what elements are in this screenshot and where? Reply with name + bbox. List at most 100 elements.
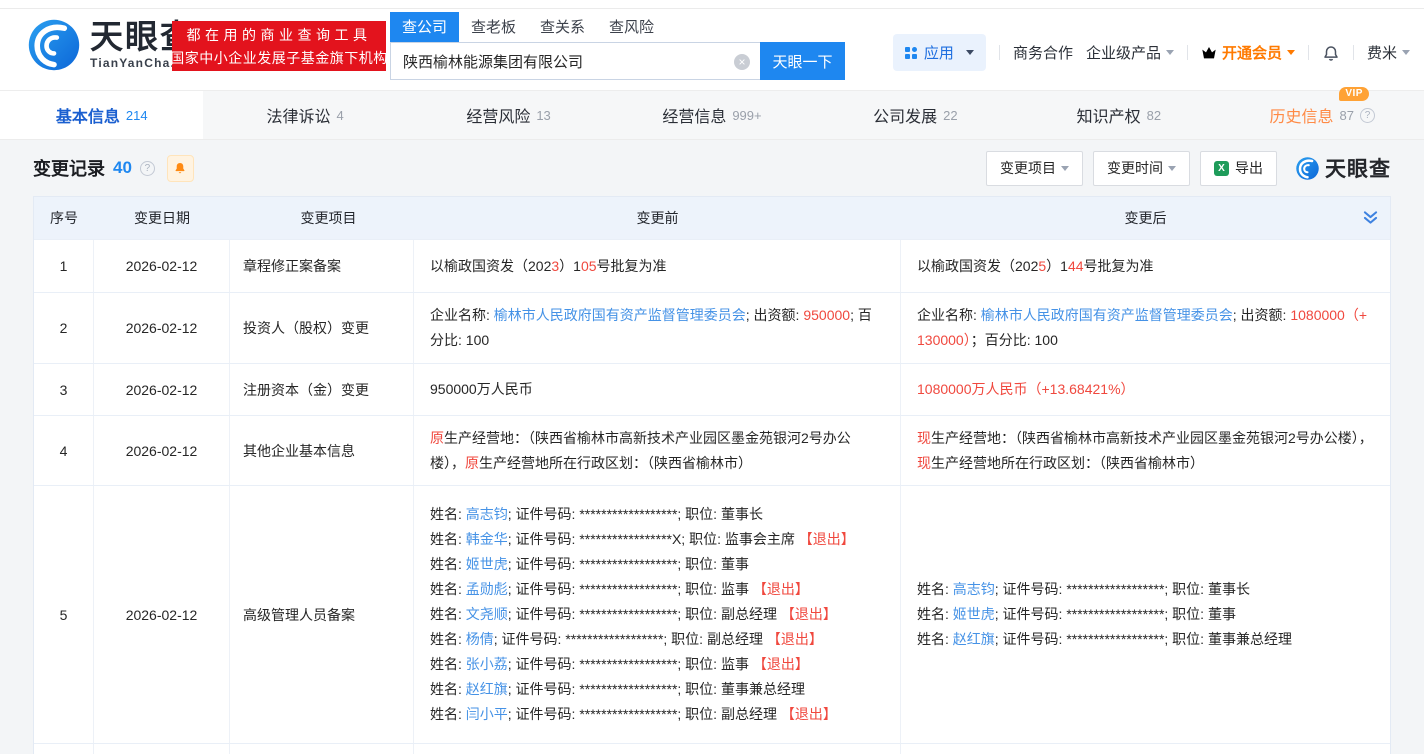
tab-count: 999+ [732, 108, 761, 123]
plain-text: 姓名: [430, 531, 466, 547]
plain-text: ; 出资额: [1233, 307, 1291, 323]
tab-count: 13 [536, 108, 550, 123]
entity-link[interactable]: 高志钧 [953, 581, 995, 597]
search-tabs: 查公司查老板查关系查风险 [390, 12, 845, 42]
nav-enterprise[interactable]: 企业级产品 [1086, 42, 1174, 63]
table-header-row: 序号变更日期变更项目变更前变更后 [34, 197, 1390, 239]
apps-menu[interactable]: 应用 [893, 34, 986, 71]
plain-text: 姓名: [430, 681, 466, 697]
clear-icon[interactable]: × [734, 54, 750, 70]
cell-line: 姓名: 高志钧; 证件号码: ******************; 职位: 董… [917, 577, 1374, 602]
nav-user[interactable]: 费米 [1367, 42, 1410, 63]
cell-seq: 5 [34, 486, 94, 743]
entity-link[interactable]: 榆林市人民政府国有资产监督管理委员会 [494, 307, 746, 323]
diff-text: 1080000万人民币（+13.68421%） [917, 381, 1135, 397]
plain-text: 姓名: [917, 631, 953, 647]
table-row: 52026-02-12高级管理人员备案姓名: 高志钧; 证件号码: ******… [34, 485, 1390, 743]
nav-cooperation[interactable]: 商务合作 [1013, 42, 1073, 63]
tab-inner: 经营风险13 [466, 103, 550, 127]
entity-link[interactable]: 姬世虎 [953, 606, 995, 622]
main-tab[interactable]: 基本信息214 [0, 91, 203, 139]
entity-link[interactable]: 杨倩 [466, 631, 494, 647]
filter-button[interactable]: 变更项目 [986, 151, 1083, 186]
entity-link[interactable]: 张小荔 [466, 656, 508, 672]
search-button[interactable]: 天眼一下 [760, 42, 845, 80]
diff-text: 950000 [803, 307, 850, 323]
main-tab[interactable]: 经营风险13 [407, 91, 610, 139]
plain-text: ; 证件号码: ******************; 职位: 监事 [508, 656, 753, 672]
plain-text: 姓名: [430, 581, 466, 597]
crown-icon [1201, 46, 1217, 60]
diff-text: 3 [551, 258, 559, 274]
search-tab[interactable]: 查公司 [390, 12, 459, 42]
entity-link[interactable]: 赵红旗 [953, 631, 995, 647]
entity-link[interactable]: 赵红旗 [466, 681, 508, 697]
cell-empty [414, 744, 901, 754]
entity-link[interactable]: 韩金华 [466, 531, 508, 547]
tianyancha-logo-icon [1295, 156, 1320, 181]
plain-text: 950000万人民币 [430, 381, 533, 397]
change-record-table: 序号变更日期变更项目变更前变更后 12026-02-12章程修正案备案以榆政国资… [33, 196, 1391, 754]
entity-link[interactable]: 高志钧 [466, 506, 508, 522]
search-tab[interactable]: 查关系 [528, 12, 597, 42]
cell-empty [230, 744, 414, 754]
cell-date: 2026-02-12 [94, 240, 230, 292]
promo-line-2: 国家中小企业发展子基金旗下机构 [170, 48, 388, 68]
filter-button[interactable]: 变更时间 [1093, 151, 1190, 186]
main-tab[interactable]: 公司发展22 [814, 91, 1017, 139]
column-header: 变更后 [901, 197, 1390, 239]
notification-bell-icon[interactable] [1322, 43, 1340, 63]
subscribe-bell-button[interactable] [167, 155, 194, 182]
main-tab[interactable]: 历史信息87VIP? [1221, 91, 1424, 139]
chevron-down-icon [1168, 166, 1176, 171]
export-button[interactable]: X 导出 [1200, 151, 1277, 186]
cell-line: 姓名: 孟勋彪; 证件号码: ******************; 职位: 监… [430, 577, 884, 602]
diff-text: 【退出】 [781, 706, 837, 722]
nav-enterprise-label: 企业级产品 [1086, 42, 1161, 63]
cell-line: 以榆政国资发（2025）144号批复为准 [917, 254, 1374, 279]
help-icon[interactable]: ? [1360, 108, 1375, 123]
divider [999, 45, 1000, 60]
tab-count: 22 [943, 108, 957, 123]
column-header: 变更日期 [94, 197, 230, 239]
table-row: 22026-02-12投资人（股权）变更企业名称: 榆林市人民政府国有资产监督管… [34, 292, 1390, 363]
plain-text: ; 证件号码: ******************; 职位: 董事 [508, 556, 749, 572]
plain-text: 姓名: [430, 706, 466, 722]
plain-text: 姓名: [430, 506, 466, 522]
vip-badge: VIP [1339, 87, 1369, 101]
entity-link[interactable]: 榆林市人民政府国有资产监督管理委员会 [981, 307, 1233, 323]
plain-text: 姓名: [430, 656, 466, 672]
entity-link[interactable]: 孟勋彪 [466, 581, 508, 597]
help-icon[interactable]: ? [140, 161, 155, 176]
tab-label: 经营信息 [662, 103, 726, 127]
main-tab[interactable]: 知识产权82 [1017, 91, 1220, 139]
company-search-input[interactable] [391, 43, 760, 79]
column-header: 变更项目 [230, 197, 414, 239]
column-header: 变更前 [414, 197, 901, 239]
entity-link[interactable]: 闫小平 [466, 706, 508, 722]
cell-after: 1080000万人民币（+13.68421%） [901, 364, 1390, 415]
tab-inner: 基本信息214 [56, 103, 148, 127]
plain-text: ；百分比: 100 [971, 332, 1058, 348]
cell-line: 姓名: 姬世虎; 证件号码: ******************; 职位: 董… [917, 602, 1374, 627]
cell-line: 姓名: 文尧顺; 证件号码: ******************; 职位: 副… [430, 602, 884, 627]
main-tab[interactable]: 法律诉讼4 [203, 91, 406, 139]
main-tab[interactable]: 经营信息 999+ [610, 91, 813, 139]
table-row: 12026-02-12章程修正案备案以榆政国资发（2023）105号批复为准以榆… [34, 239, 1390, 292]
tab-inner: 经营信息 999+ [662, 103, 761, 127]
search-tab[interactable]: 查老板 [459, 12, 528, 42]
cell-line: 姓名: 高志钧; 证件号码: ******************; 职位: 董… [430, 502, 884, 527]
nav-membership[interactable]: 开通会员 [1201, 42, 1295, 63]
cell-item: 注册资本（金）变更 [230, 364, 414, 415]
filter-buttons: 变更项目 变更时间 [986, 151, 1190, 186]
change-record-section: 变更记录 40 ? 变更项目变更时间 X 导出 [0, 140, 1424, 754]
filter-label: 变更项目 [1000, 158, 1056, 178]
cell-empty [94, 744, 230, 754]
search-tab[interactable]: 查风险 [597, 12, 666, 42]
plain-text: 企业名称: [917, 307, 981, 323]
cell-line: 1080000万人民币（+13.68421%） [917, 377, 1374, 402]
entity-link[interactable]: 姬世虎 [466, 556, 508, 572]
entity-link[interactable]: 文尧顺 [466, 606, 508, 622]
collapse-all-icon[interactable] [1363, 211, 1378, 227]
tianyancha-logo-icon [26, 17, 82, 73]
